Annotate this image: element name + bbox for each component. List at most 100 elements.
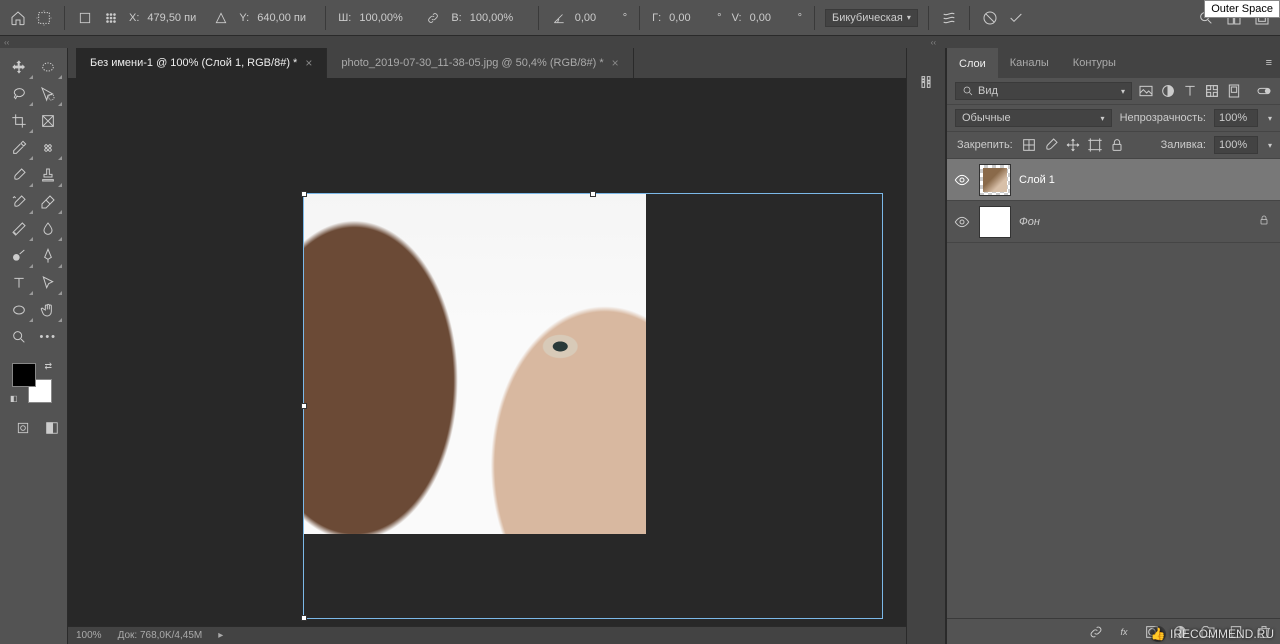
x-input[interactable]: [147, 12, 205, 24]
status-zoom[interactable]: 100%: [76, 630, 102, 641]
quickmask-icon[interactable]: [12, 415, 35, 441]
lasso-tool[interactable]: [4, 81, 34, 107]
healing-tool[interactable]: [34, 135, 64, 161]
marquee-tool[interactable]: [34, 54, 64, 80]
tab-layers[interactable]: Слои: [947, 48, 998, 78]
transform-bounding-box[interactable]: [303, 193, 883, 619]
degree-1: °: [623, 12, 627, 24]
commit-icon[interactable]: [1006, 8, 1026, 28]
eyedropper-tool[interactable]: [4, 135, 34, 161]
status-bar: 100% Док: 768,0K/4,45M ▸: [68, 626, 906, 644]
lock-icon[interactable]: [1258, 214, 1274, 229]
crop-tool[interactable]: [4, 108, 34, 134]
transform-handle-sw[interactable]: [301, 615, 307, 621]
reference-point-icon[interactable]: [75, 8, 95, 28]
transform-handle-w[interactable]: [301, 403, 307, 409]
layer-thumbnail[interactable]: [979, 164, 1011, 196]
transform-mode-icon[interactable]: [34, 8, 54, 28]
lock-pixels-icon[interactable]: [1021, 137, 1037, 153]
layer-item[interactable]: Слой 1: [947, 159, 1280, 201]
layer-filter-select[interactable]: Вид ▾: [955, 82, 1132, 100]
angle-input[interactable]: [575, 12, 615, 24]
layer-item[interactable]: Фон: [947, 201, 1280, 243]
swap-colors-icon[interactable]: ⇄: [44, 361, 52, 372]
visibility-icon[interactable]: [953, 214, 971, 230]
move-tool[interactable]: [4, 54, 34, 80]
tab-channels[interactable]: Каналы: [998, 48, 1061, 78]
tab-paths[interactable]: Контуры: [1061, 48, 1128, 78]
shape-tool[interactable]: [4, 297, 34, 323]
edit-toolbar[interactable]: •••: [34, 324, 64, 350]
cancel-icon[interactable]: [980, 8, 1000, 28]
visibility-icon[interactable]: [953, 172, 971, 188]
quick-select-tool[interactable]: [34, 81, 64, 107]
gradient-tool[interactable]: [4, 216, 34, 242]
document-tabs: Без имени-1 @ 100% (Слой 1, RGB/8#) * × …: [68, 48, 906, 78]
lock-artboard-icon[interactable]: [1087, 137, 1103, 153]
w-input[interactable]: [359, 12, 417, 24]
home-icon[interactable]: [8, 8, 28, 28]
zoom-tool[interactable]: [4, 324, 34, 350]
lock-all-icon[interactable]: [1109, 137, 1125, 153]
filter-type-icon[interactable]: [1182, 83, 1198, 99]
close-icon[interactable]: ×: [612, 56, 619, 70]
hskew-input[interactable]: [669, 12, 709, 24]
reset-colors-icon[interactable]: ◧: [10, 394, 18, 403]
color-swatches[interactable]: ⇄ ◧: [12, 363, 52, 403]
filter-adjust-icon[interactable]: [1160, 83, 1176, 99]
expand-right-icon[interactable]: ‹‹: [931, 38, 936, 47]
frame-tool[interactable]: [34, 108, 64, 134]
stamp-tool[interactable]: [34, 162, 64, 188]
filter-image-icon[interactable]: [1138, 83, 1154, 99]
properties-panel-icon[interactable]: [916, 72, 936, 92]
opacity-input[interactable]: 100%: [1214, 109, 1258, 127]
pen-tool[interactable]: [34, 243, 64, 269]
layer-name[interactable]: Фон: [1019, 216, 1250, 228]
layer-thumbnail[interactable]: [979, 206, 1011, 238]
status-arrow-icon[interactable]: ▸: [218, 630, 223, 641]
link-layers-icon[interactable]: [1088, 624, 1104, 640]
thumbs-up-icon: 👍: [1150, 626, 1166, 642]
filter-toggle-icon[interactable]: [1256, 83, 1272, 99]
close-icon[interactable]: ×: [305, 56, 312, 70]
dodge-tool[interactable]: [4, 243, 34, 269]
fill-slider-icon[interactable]: ▾: [1268, 141, 1272, 150]
canvas[interactable]: [68, 78, 906, 644]
reference-point-grid-icon[interactable]: [101, 8, 121, 28]
options-bar: X: Y: Ш: В: ° Г: ° V: ° Бикубическая▾: [0, 0, 1280, 36]
type-tool[interactable]: [4, 270, 34, 296]
lock-label: Закрепить:: [957, 139, 1013, 151]
screenmode-icon[interactable]: [41, 415, 64, 441]
layer-name[interactable]: Слой 1: [1019, 174, 1274, 186]
blur-tool[interactable]: [34, 216, 64, 242]
y-input[interactable]: [257, 12, 315, 24]
doc-tab-1[interactable]: Без имени-1 @ 100% (Слой 1, RGB/8#) * ×: [76, 48, 327, 78]
eraser-tool[interactable]: [34, 189, 64, 215]
foreground-color[interactable]: [12, 363, 36, 387]
hand-tool[interactable]: [34, 297, 64, 323]
link-icon[interactable]: [423, 8, 443, 28]
fill-input[interactable]: 100%: [1214, 136, 1258, 154]
delta-icon[interactable]: [211, 8, 231, 28]
path-select-tool[interactable]: [34, 270, 64, 296]
brush-tool[interactable]: [4, 162, 34, 188]
transform-handle-n[interactable]: [590, 191, 596, 197]
vskew-input[interactable]: [750, 12, 790, 24]
blend-mode-select[interactable]: Обычные▾: [955, 109, 1112, 127]
lock-paint-icon[interactable]: [1043, 137, 1059, 153]
h-input[interactable]: [470, 12, 528, 24]
expand-left-icon[interactable]: ‹‹: [4, 38, 9, 47]
transform-handle-nw[interactable]: [301, 191, 307, 197]
lock-position-icon[interactable]: [1065, 137, 1081, 153]
layers-panel: Слои Каналы Контуры ≡ Вид ▾ Обычные▾ Неп…: [946, 48, 1280, 644]
warp-icon[interactable]: [939, 8, 959, 28]
fx-icon[interactable]: fx: [1116, 624, 1132, 640]
filter-smart-icon[interactable]: [1226, 83, 1242, 99]
opacity-slider-icon[interactable]: ▾: [1268, 114, 1272, 123]
panel-menu-icon[interactable]: ≡: [1258, 48, 1280, 78]
history-brush-tool[interactable]: [4, 189, 34, 215]
doc-tab-2[interactable]: photo_2019-07-30_11-38-05.jpg @ 50,4% (R…: [327, 48, 633, 78]
status-doc[interactable]: Док: 768,0K/4,45M: [118, 630, 203, 641]
filter-shape-icon[interactable]: [1204, 83, 1220, 99]
interpolation-select[interactable]: Бикубическая▾: [825, 9, 918, 27]
